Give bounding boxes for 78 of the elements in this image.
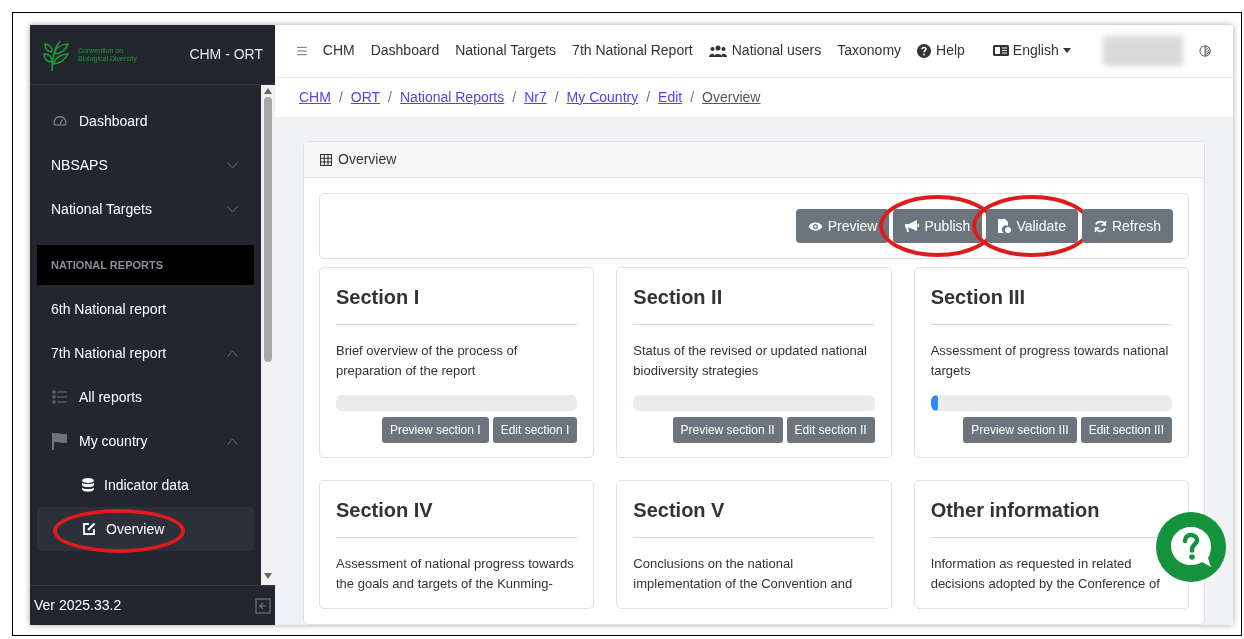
caret-icon <box>1062 48 1071 54</box>
section-button[interactable]: Edit section I <box>492 417 578 443</box>
app-title: CHM - ORT <box>189 45 263 64</box>
nav-link[interactable]: CHM <box>322 40 355 62</box>
toolbar-button[interactable]: Preview <box>795 209 890 243</box>
section-title: Section IV <box>336 495 578 538</box>
section-title: Section II <box>633 282 875 325</box>
language-icon <box>992 45 1009 57</box>
version-text: Ver 2025.33.2 <box>34 596 122 615</box>
chevron-up-icon <box>227 437 238 445</box>
sidebar-item[interactable]: Overview <box>37 507 254 551</box>
edit-icon <box>82 522 96 536</box>
breadcrumb-separator: / <box>338 87 343 107</box>
flag-icon <box>51 432 69 450</box>
table-icon <box>320 153 332 166</box>
sidebar-item[interactable]: Indicator data <box>37 463 254 507</box>
help-icon <box>917 43 932 58</box>
breadcrumb-link[interactable]: ORT <box>350 86 381 108</box>
nav-link[interactable]: National Targets <box>455 40 557 62</box>
section-description: Assessment of progress towards national targets <box>930 342 1170 380</box>
sidebar-group[interactable]: 7th National report <box>37 331 254 375</box>
section-description: Conclusions on the national implementation of the Convention and <box>633 555 854 593</box>
section-button[interactable]: Preview section III <box>963 417 1077 443</box>
scrollbar[interactable] <box>261 85 275 585</box>
nav-link[interactable]: National users <box>708 40 822 62</box>
sidebar-item[interactable]: All reports <box>37 375 254 419</box>
sidebar-group[interactable]: NBSAPS <box>37 143 254 187</box>
collapse-icon[interactable] <box>255 597 271 614</box>
breadcrumb-separator: / <box>512 87 517 107</box>
breadcrumb-link[interactable]: CHM <box>299 86 331 108</box>
scroll-up-icon[interactable] <box>264 88 272 94</box>
chevron-down-icon <box>227 161 238 169</box>
breadcrumb-separator: / <box>690 87 695 107</box>
eye-icon <box>807 220 823 232</box>
breadcrumb-link[interactable]: National Reports <box>400 86 505 108</box>
section-title: Section I <box>336 282 578 325</box>
chevron-up-icon <box>227 349 238 357</box>
section-title: Section V <box>633 495 875 538</box>
breadcrumb-link[interactable]: Nr7 <box>524 86 547 108</box>
toolbar-button[interactable]: Publish <box>893 209 983 243</box>
question-bubble-icon <box>1168 524 1214 570</box>
section-description: Information as requested in related decisions adopted by the Conference of <box>930 555 1161 593</box>
file-badge-icon <box>998 218 1012 234</box>
panel-title: Overview <box>338 150 397 169</box>
sidebar-item[interactable]: Dashboard <box>37 99 254 143</box>
gauge-icon <box>51 115 69 127</box>
nav-link[interactable]: Taxonomy <box>837 40 902 62</box>
nav-link[interactable]: 7th National Report <box>572 40 693 62</box>
scroll-down-icon[interactable] <box>264 573 272 579</box>
breadcrumb-link[interactable]: Overview <box>702 86 761 108</box>
breadcrumb-separator: / <box>646 87 651 107</box>
section-description: Brief overview of the process of preparation of the report <box>336 342 519 380</box>
section-title: Section III <box>930 282 1172 325</box>
section-heading: NATIONAL REPORTS <box>37 245 254 285</box>
section-button[interactable]: Edit section II <box>786 417 875 443</box>
breadcrumb-separator: / <box>388 87 392 107</box>
breadcrumb-separator: / <box>554 87 559 107</box>
language-dropdown[interactable]: English <box>992 40 1071 62</box>
chevron-down-icon <box>227 205 238 213</box>
section-description: Status of the revised or updated national biodiversity strategies <box>633 342 868 380</box>
breadcrumb-link[interactable]: Edit <box>658 86 683 108</box>
list-icon <box>51 390 69 404</box>
refresh-icon <box>1093 219 1107 233</box>
nav-link[interactable]: Dashboard <box>370 40 440 62</box>
sidebar-group[interactable]: My country <box>37 419 254 463</box>
section-button[interactable]: Preview section II <box>672 417 783 443</box>
sidebar-group[interactable]: National Targets <box>37 187 254 231</box>
sidebar-item[interactable]: 6th National report <box>37 287 254 331</box>
toolbar-button[interactable]: Refresh <box>1081 209 1173 243</box>
toolbar-button[interactable]: Validate <box>986 209 1078 243</box>
breadcrumb-link[interactable]: My Country <box>566 86 639 108</box>
database-icon <box>82 478 94 492</box>
section-description: Assessment of national progress towards the goals and targets of the Kunming- <box>336 555 575 593</box>
nav-link[interactable]: Help <box>917 40 965 62</box>
users-icon <box>708 44 727 57</box>
section-button[interactable]: Preview section I <box>381 417 489 443</box>
section-button[interactable]: Edit section III <box>1080 417 1172 443</box>
megaphone-icon <box>905 219 920 233</box>
